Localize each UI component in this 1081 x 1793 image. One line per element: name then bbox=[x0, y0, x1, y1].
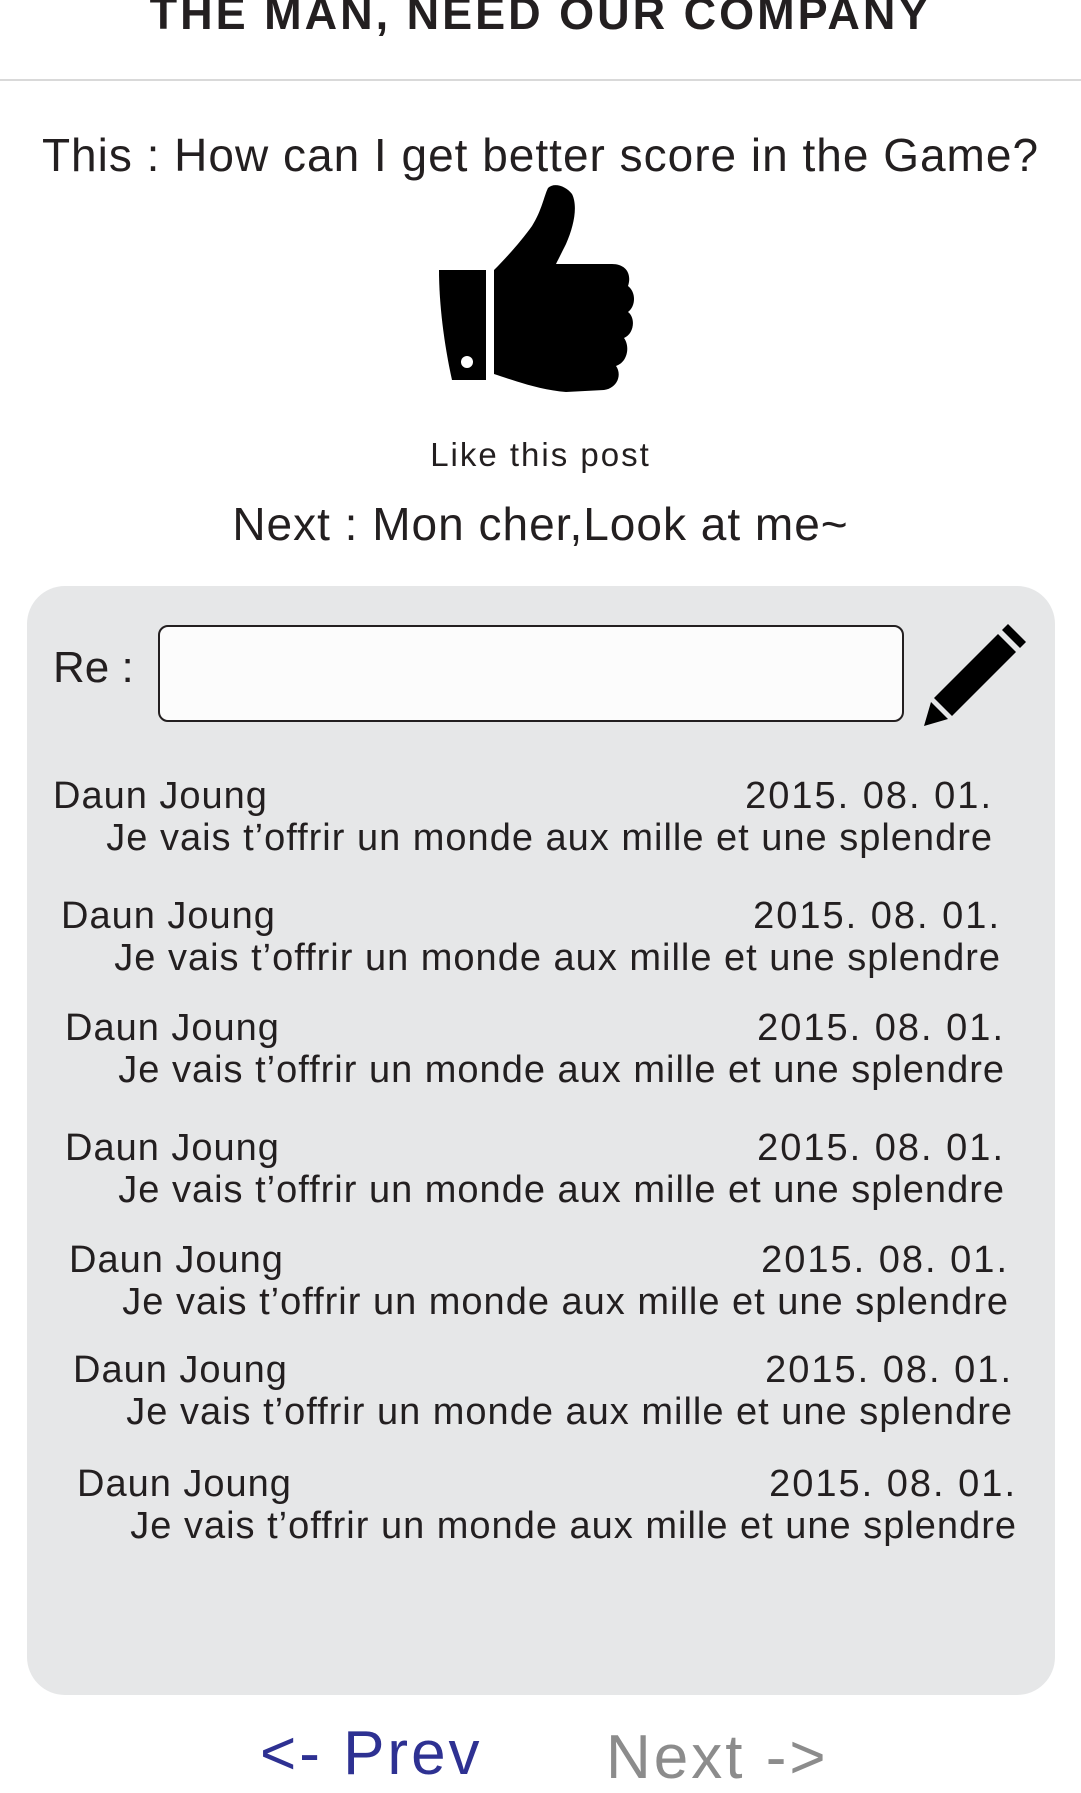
comment-text: Je vais t’offrir un monde aux mille et u… bbox=[118, 1169, 1005, 1211]
comment-item: Daun Joung 2015. 08. 01. Je vais t’offri… bbox=[65, 1127, 1005, 1215]
comments-panel: Re : Daun Joung 2015. 08. 01. Je vais t’… bbox=[27, 586, 1055, 1695]
submit-reply-button[interactable] bbox=[922, 616, 1034, 728]
comment-item: Daun Joung 2015. 08. 01. Je vais t’offri… bbox=[65, 1007, 1005, 1095]
pencil-icon bbox=[924, 624, 1026, 726]
comment-author: Daun Joung bbox=[65, 1007, 280, 1049]
comment-text: Je vais t’offrir un monde aux mille et u… bbox=[122, 1281, 1009, 1323]
comment-date: 2015. 08. 01. bbox=[761, 1239, 1009, 1281]
header-bar: THE MAN, NEED OUR COMPANY bbox=[0, 0, 1081, 81]
comment-item: Daun Joung 2015. 08. 01. Je vais t’offri… bbox=[53, 775, 993, 863]
post-title: This : How can I get better score in the… bbox=[41, 129, 1040, 181]
app-title: THE MAN, NEED OUR COMPANY bbox=[149, 0, 932, 39]
comment-item: Daun Joung 2015. 08. 01. Je vais t’offri… bbox=[61, 895, 1001, 983]
comment-text: Je vais t’offrir un monde aux mille et u… bbox=[118, 1049, 1005, 1091]
like-button[interactable] bbox=[436, 184, 656, 416]
comment-item: Daun Joung 2015. 08. 01. Je vais t’offri… bbox=[77, 1463, 1017, 1551]
like-label: Like this post bbox=[430, 436, 651, 473]
comment-author: Daun Joung bbox=[61, 895, 276, 937]
comment-date: 2015. 08. 01. bbox=[745, 775, 993, 817]
prev-page-link[interactable]: <- Prev bbox=[260, 1718, 483, 1789]
comment-author: Daun Joung bbox=[65, 1127, 280, 1169]
comment-text: Je vais t’offrir un monde aux mille et u… bbox=[130, 1505, 1017, 1547]
next-page-link[interactable]: Next -> bbox=[606, 1722, 829, 1793]
comment-author: Daun Joung bbox=[53, 775, 268, 817]
comment-date: 2015. 08. 01. bbox=[753, 895, 1001, 937]
next-post-link[interactable]: Next : Mon cher,Look at me~ bbox=[0, 497, 1081, 551]
comment-date: 2015. 08. 01. bbox=[765, 1349, 1013, 1391]
comment-item: Daun Joung 2015. 08. 01. Je vais t’offri… bbox=[69, 1239, 1009, 1327]
comment-author: Daun Joung bbox=[77, 1463, 292, 1505]
comment-text: Je vais t’offrir un monde aux mille et u… bbox=[126, 1391, 1013, 1433]
reply-label: Re : bbox=[53, 643, 134, 692]
comment-author: Daun Joung bbox=[69, 1239, 284, 1281]
comment-text: Je vais t’offrir un monde aux mille et u… bbox=[106, 817, 993, 859]
reply-input[interactable] bbox=[158, 625, 904, 722]
comment-item: Daun Joung 2015. 08. 01. Je vais t’offri… bbox=[73, 1349, 1013, 1437]
comment-date: 2015. 08. 01. bbox=[757, 1007, 1005, 1049]
comment-date: 2015. 08. 01. bbox=[757, 1127, 1005, 1169]
comment-author: Daun Joung bbox=[73, 1349, 288, 1391]
comment-text: Je vais t’offrir un monde aux mille et u… bbox=[114, 937, 1001, 979]
comment-date: 2015. 08. 01. bbox=[769, 1463, 1017, 1505]
thumbs-up-icon bbox=[439, 185, 634, 392]
